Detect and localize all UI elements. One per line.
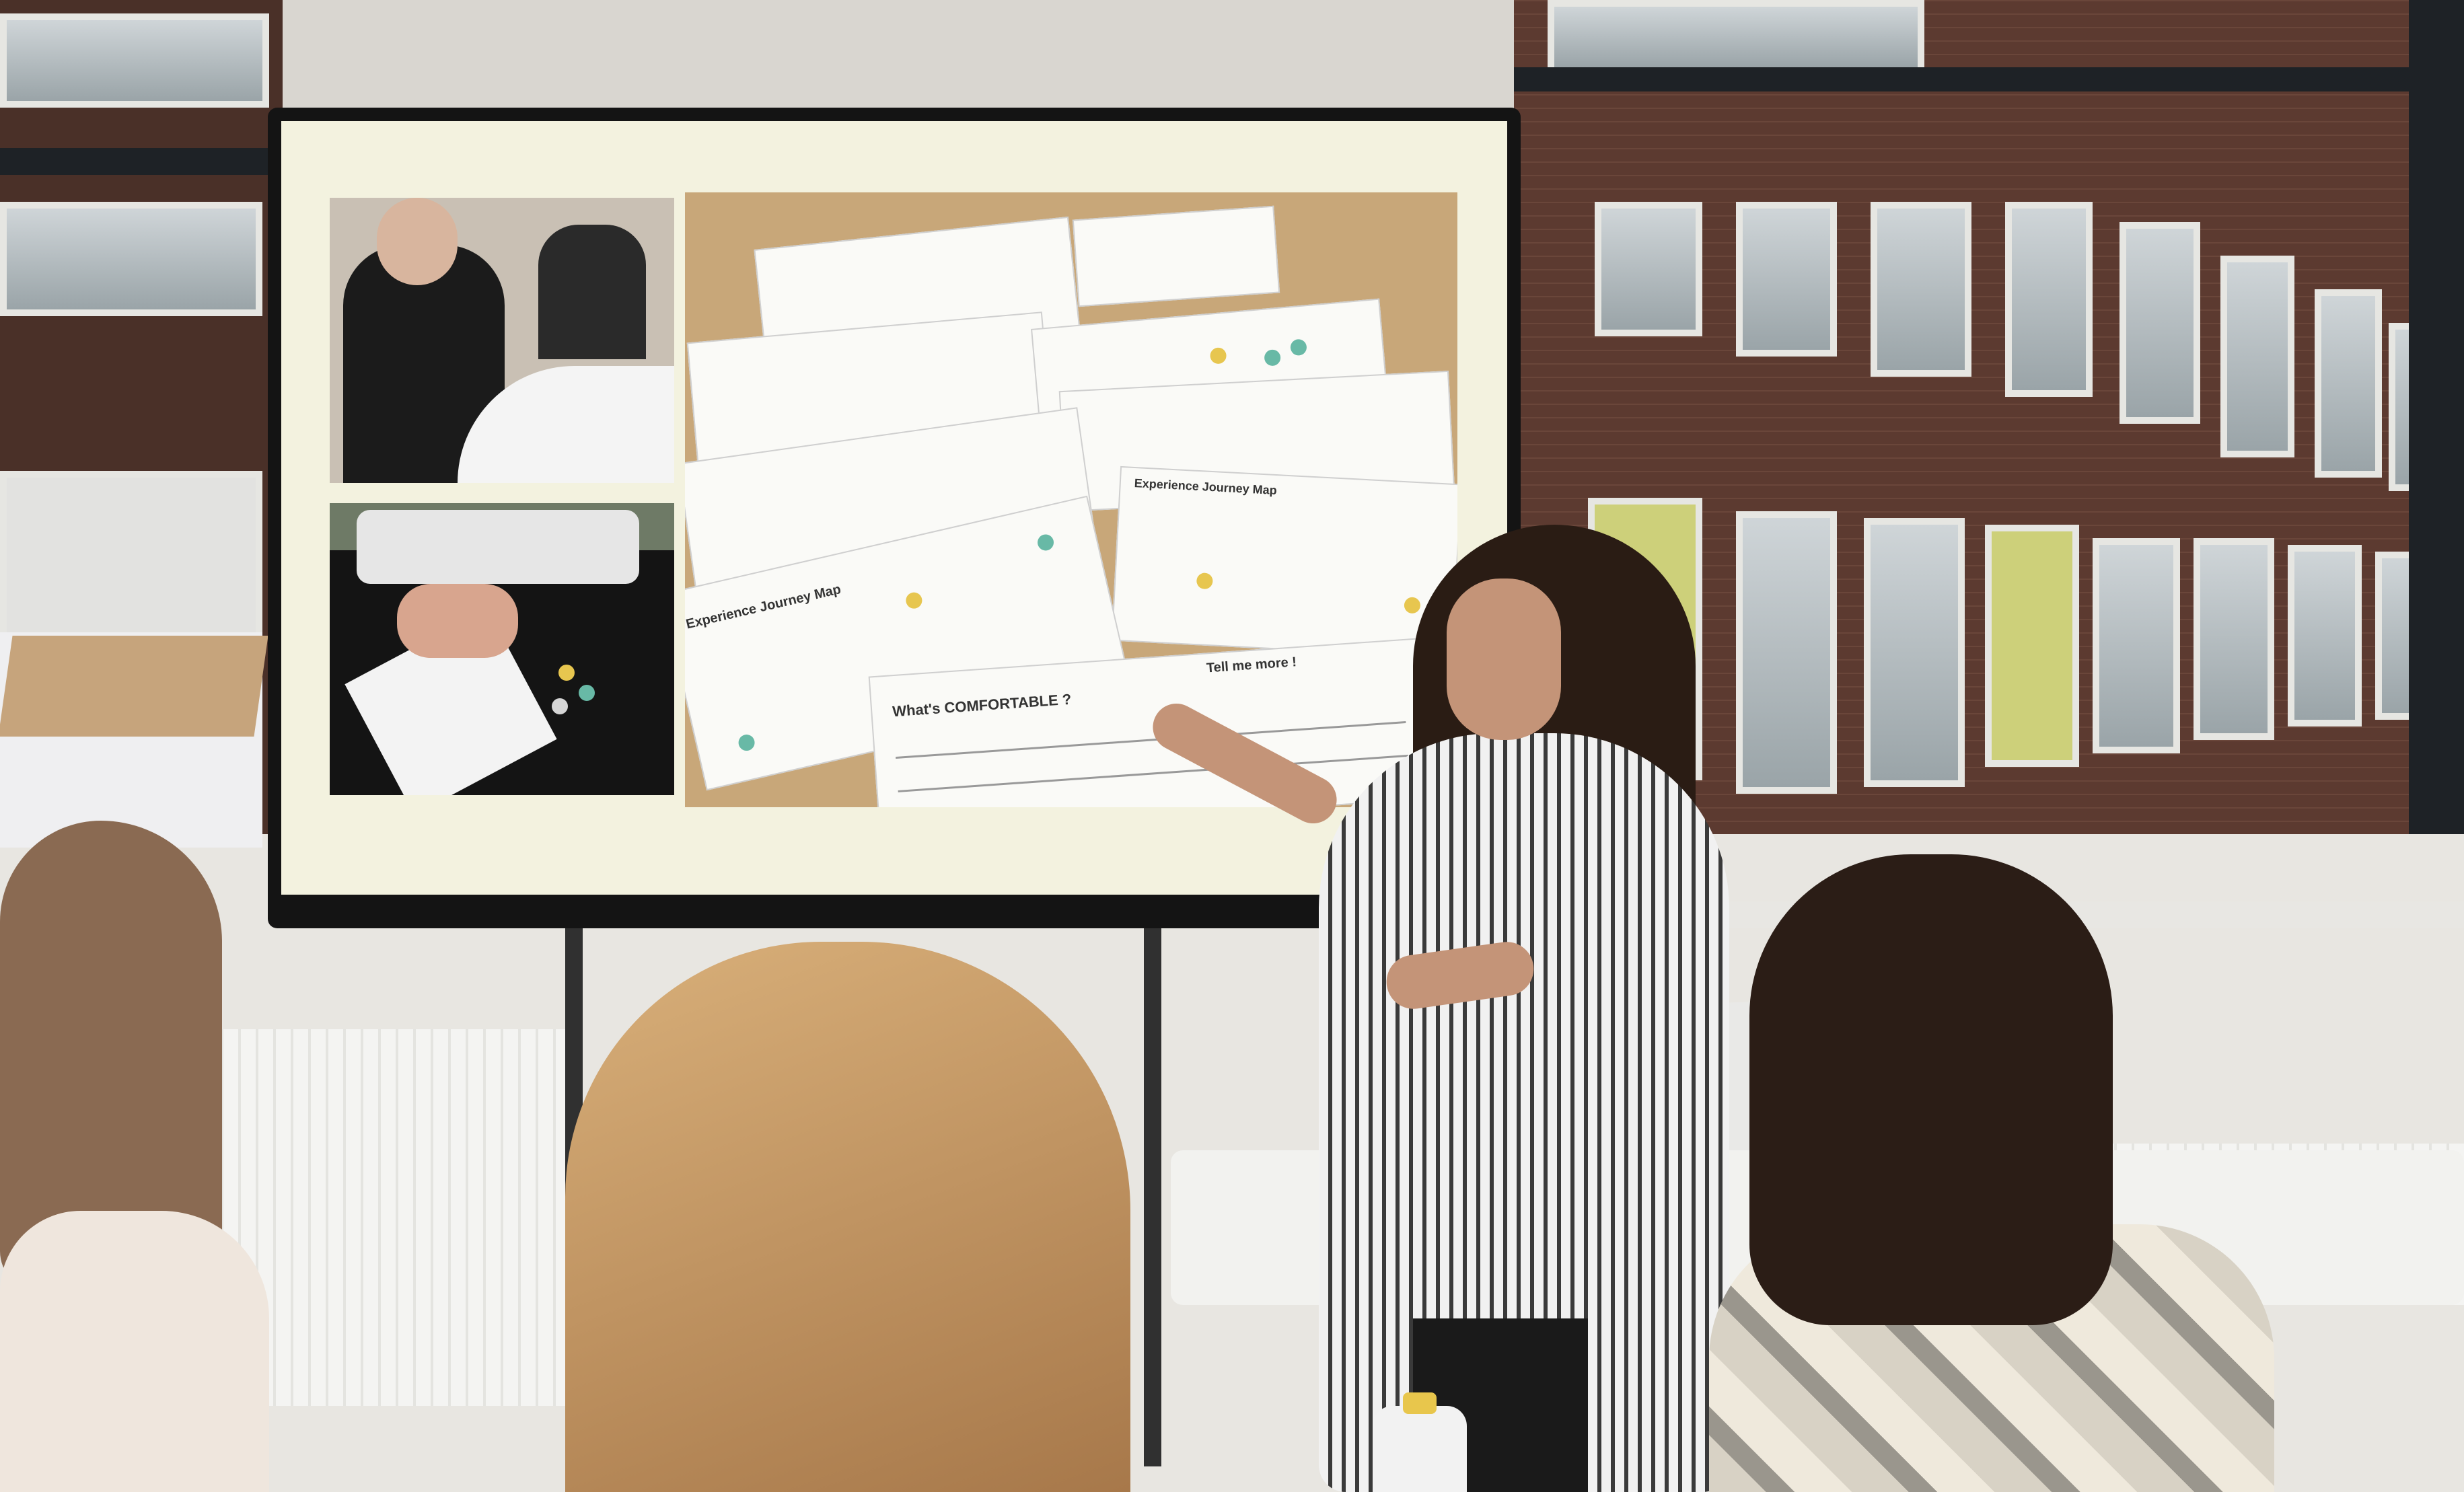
bottle-cap — [1403, 1392, 1437, 1414]
photo-participant-writing — [330, 198, 674, 483]
sheet-title: Experience Journey Map — [1134, 476, 1278, 498]
display-stand-leg — [1144, 928, 1161, 1466]
audience-member-right — [1749, 854, 2113, 1325]
audience-member-left-sweater — [0, 1211, 269, 1492]
audience-member-center — [565, 942, 1130, 1492]
presenter-face — [1447, 579, 1561, 740]
water-bottle — [1373, 1406, 1467, 1492]
sheet-title: What's COMFORTABLE ? — [892, 690, 1072, 720]
box-flap — [0, 636, 268, 737]
sheet-title: Tell me more ! — [1206, 655, 1297, 676]
sheet-title: Experience Journey Map — [685, 582, 842, 632]
photo-journey-map-sheets: Experience Journey Map Experience Journe… — [685, 192, 1457, 807]
classroom-scene: Experience Journey Map Experience Journe… — [0, 0, 2464, 1492]
photo-hands-writing — [330, 503, 674, 795]
